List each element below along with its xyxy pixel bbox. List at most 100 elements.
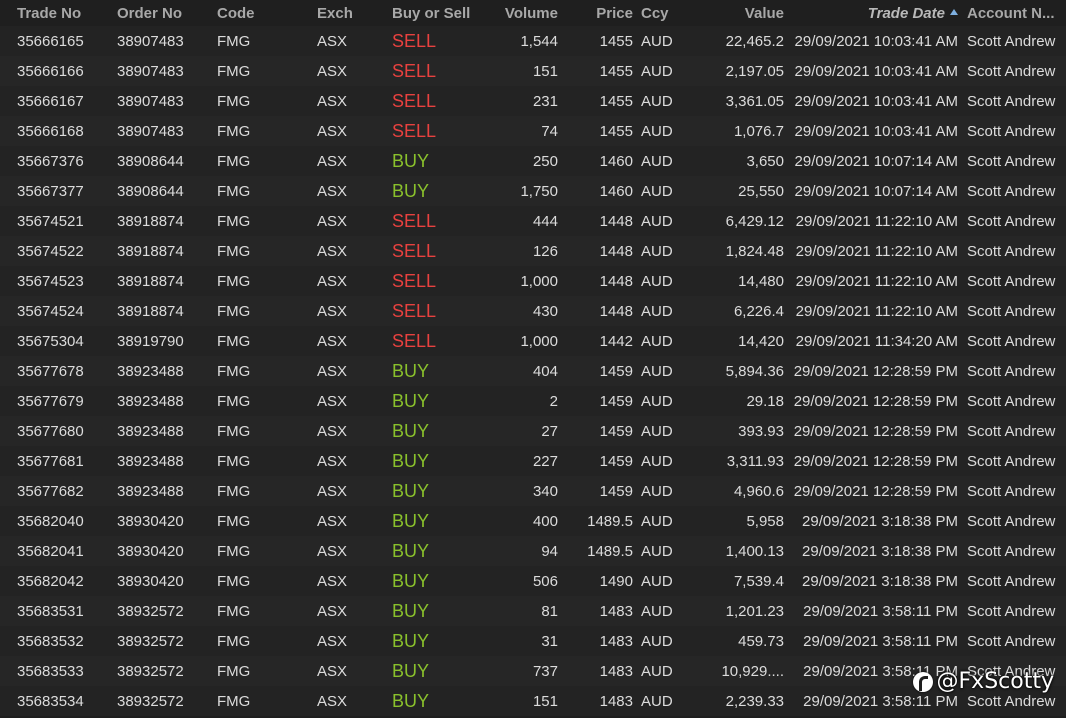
table-row[interactable]: 35677682 38923488 FMG ASX BUY 340 1459 AUD 4,960… [0, 476, 1066, 506]
cell-order-no: 38918874 [117, 272, 184, 290]
cell-value: 4,960.6 [733, 482, 784, 500]
cell-ccy: AUD [641, 482, 673, 500]
cell-order-no: 38918874 [117, 302, 184, 320]
cell-price: 1489.5 [587, 512, 633, 530]
trades-grid: Trade No Order No Code Exch Buy or Sell … [0, 0, 1066, 718]
table-row[interactable]: 35667376 38908644 FMG ASX BUY 250 1460 AUD 3,650… [0, 146, 1066, 176]
cell-trade-date: 29/09/2021 11:34:20 AM [795, 332, 958, 350]
table-row[interactable]: 35682041 38930420 FMG ASX BUY 94 1489.5 AUD 1,40… [0, 536, 1066, 566]
table-row[interactable]: 35666166 38907483 FMG ASX SELL 151 1455 AUD 2,19… [0, 56, 1066, 86]
table-row[interactable]: 35682042 38930420 FMG ASX BUY 506 1490 AUD 7,539… [0, 566, 1066, 596]
table-row[interactable]: 35674521 38918874 FMG ASX SELL 444 1448 AUD 6,42… [0, 206, 1066, 236]
cell-trade-date: 29/09/2021 3:58:11 PM [803, 692, 958, 710]
cell-volume: 151 [532, 692, 558, 710]
cell-side: BUY [392, 510, 430, 531]
cell-trade-date: 29/09/2021 10:03:41 AM [794, 122, 958, 140]
table-row[interactable]: 35683532 38932572 FMG ASX BUY 31 1483 AUD 459.73… [0, 626, 1066, 656]
cell-trade-date: 29/09/2021 3:18:38 PM [802, 542, 958, 560]
cell-code: FMG [217, 272, 251, 290]
cell-trade-no: 35667377 [17, 182, 84, 200]
col-header-code[interactable]: Code [217, 0, 277, 26]
cell-trade-date: 29/09/2021 10:07:14 AM [794, 182, 958, 200]
table-row[interactable]: 35666167 38907483 FMG ASX SELL 231 1455 AUD 3,36… [0, 86, 1066, 116]
cell-ccy: AUD [641, 272, 673, 290]
table-row[interactable]: 35677681 38923488 FMG ASX BUY 227 1459 AUD 3,311… [0, 446, 1066, 476]
cell-account: Scott Andrew [967, 32, 1056, 50]
sort-ascending-icon [950, 9, 958, 15]
cell-exch: ASX [317, 392, 348, 410]
cell-trade-no: 35682041 [17, 542, 84, 560]
cell-volume: 74 [541, 122, 558, 140]
cell-trade-no: 35683533 [17, 662, 84, 680]
table-row[interactable]: 35683534 38932572 FMG ASX BUY 151 1483 AUD 2,239… [0, 686, 1066, 716]
table-row[interactable]: 35674524 38918874 FMG ASX SELL 430 1448 AUD 6,22… [0, 296, 1066, 326]
table-row[interactable]: 35677678 38923488 FMG ASX BUY 404 1459 AUD 5,894… [0, 356, 1066, 386]
cell-value: 1,400.13 [725, 542, 784, 560]
cell-trade-no: 35683532 [17, 632, 84, 650]
cell-exch: ASX [317, 302, 348, 320]
cell-trade-date: 29/09/2021 11:22:10 AM [795, 302, 958, 320]
cell-volume: 1,000 [520, 272, 558, 290]
cell-account: Scott Andrew [967, 302, 1056, 320]
table-row[interactable]: 35677679 38923488 FMG ASX BUY 2 1459 AUD 29.18 29… [0, 386, 1066, 416]
cell-account: Scott Andrew [967, 272, 1056, 290]
cell-account: Scott Andrew [967, 632, 1056, 650]
cell-trade-no: 35675304 [17, 332, 84, 350]
cell-side: BUY [392, 600, 430, 621]
cell-code: FMG [217, 542, 251, 560]
cell-price: 1459 [599, 482, 633, 500]
cell-order-no: 38932572 [117, 602, 184, 620]
cell-account: Scott Andrew [967, 602, 1056, 620]
col-header-volume[interactable]: Volume [480, 0, 558, 26]
cell-trade-no: 35682042 [17, 572, 84, 590]
cell-trade-date: 29/09/2021 12:28:59 PM [793, 392, 958, 410]
col-header-value[interactable]: Value [690, 0, 784, 26]
cell-code: FMG [217, 182, 251, 200]
cell-price: 1455 [599, 92, 633, 110]
col-header-price[interactable]: Price [565, 0, 633, 26]
table-row[interactable]: 35682040 38930420 FMG ASX BUY 400 1489.5 AUD 5,9… [0, 506, 1066, 536]
table-row[interactable]: 35674522 38918874 FMG ASX SELL 126 1448 AUD 1,82… [0, 236, 1066, 266]
cell-trade-date: 29/09/2021 10:03:41 AM [794, 62, 958, 80]
col-header-ccy[interactable]: Ccy [641, 0, 686, 26]
cell-value: 3,650 [746, 152, 784, 170]
cell-price: 1459 [599, 422, 633, 440]
cell-exch: ASX [317, 182, 348, 200]
cell-side: SELL [392, 30, 437, 51]
table-row[interactable]: 35675304 38919790 FMG ASX SELL 1,000 1442 AUD 14… [0, 326, 1066, 356]
cell-exch: ASX [317, 332, 348, 350]
table-row[interactable]: 35666168 38907483 FMG ASX SELL 74 1455 AUD 1,076… [0, 116, 1066, 146]
cell-volume: 94 [541, 542, 558, 560]
table-row[interactable]: 35677680 38923488 FMG ASX BUY 27 1459 AUD 393.93… [0, 416, 1066, 446]
col-header-account-name[interactable]: Account N... [967, 0, 1060, 26]
col-header-buy-or-sell[interactable]: Buy or Sell [392, 0, 487, 26]
cell-order-no: 38918874 [117, 242, 184, 260]
table-row[interactable]: 35666165 38907483 FMG ASX SELL 1,544 1455 AUD 22… [0, 26, 1066, 56]
cell-value: 6,429.12 [725, 212, 784, 230]
cell-trade-no: 35666166 [17, 62, 84, 80]
cell-code: FMG [217, 242, 251, 260]
cell-price: 1442 [599, 332, 633, 350]
cell-account: Scott Andrew [967, 362, 1056, 380]
cell-code: FMG [217, 92, 251, 110]
col-header-trade-no[interactable]: Trade No [17, 0, 107, 26]
cell-trade-no: 35677682 [17, 482, 84, 500]
cell-exch: ASX [317, 632, 348, 650]
col-header-trade-date[interactable]: Trade Date [786, 0, 958, 26]
cell-volume: 430 [532, 302, 558, 320]
cell-code: FMG [217, 452, 251, 470]
table-row[interactable]: 35683533 38932572 FMG ASX BUY 737 1483 AUD 10,92… [0, 656, 1066, 686]
col-header-order-no[interactable]: Order No [117, 0, 207, 26]
cell-code: FMG [217, 62, 251, 80]
cell-ccy: AUD [641, 542, 673, 560]
table-row[interactable]: 35683531 38932572 FMG ASX BUY 81 1483 AUD 1,201.… [0, 596, 1066, 626]
table-row[interactable]: 35674523 38918874 FMG ASX SELL 1,000 1448 AUD 14… [0, 266, 1066, 296]
cell-trade-date: 29/09/2021 10:07:14 AM [794, 152, 958, 170]
cell-side: SELL [392, 90, 437, 111]
cell-account: Scott Andrew [967, 542, 1056, 560]
cell-ccy: AUD [641, 182, 673, 200]
cell-ccy: AUD [641, 92, 673, 110]
cell-code: FMG [217, 392, 251, 410]
col-header-exch[interactable]: Exch [317, 0, 377, 26]
table-row[interactable]: 35667377 38908644 FMG ASX BUY 1,750 1460 AUD 25,… [0, 176, 1066, 206]
